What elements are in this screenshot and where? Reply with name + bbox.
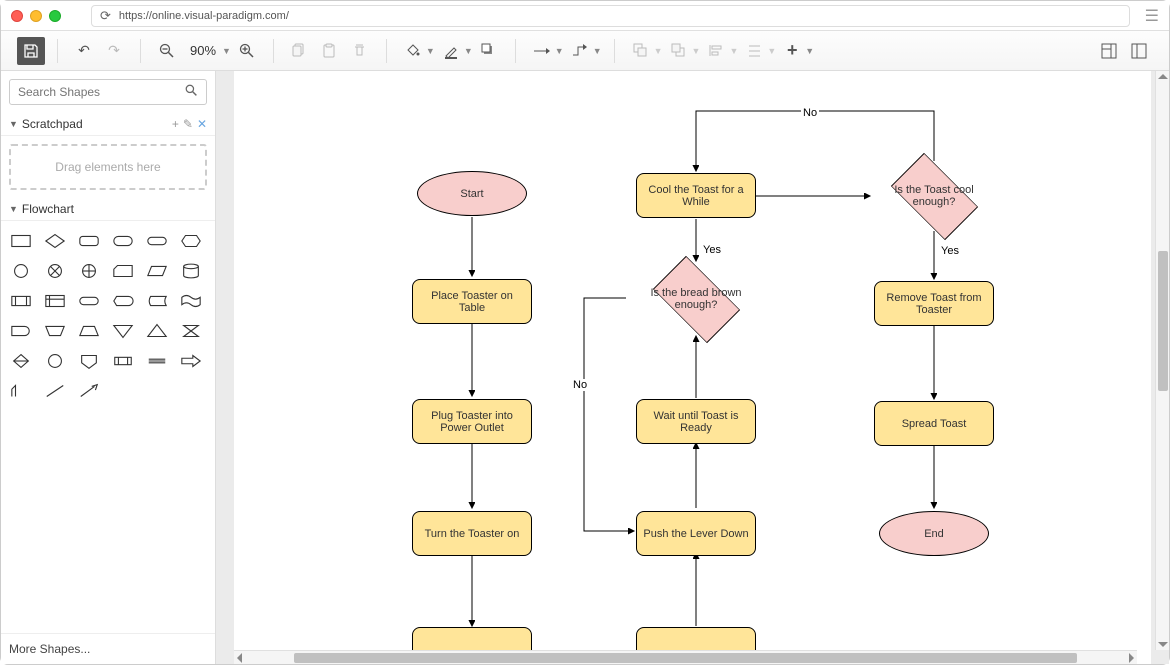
shape-transfer[interactable]: [145, 349, 169, 373]
to-front-button: [627, 37, 655, 65]
scratchpad-add-icon[interactable]: +: [172, 117, 179, 131]
shape-hexagon[interactable]: [179, 229, 203, 253]
shape-delay[interactable]: [9, 319, 33, 343]
shape-tape[interactable]: [179, 289, 203, 313]
scratchpad-header[interactable]: ▼ Scratchpad + ✎ ✕: [1, 113, 215, 136]
copy-button: [286, 37, 314, 65]
zoom-dropdown[interactable]: ▼: [222, 46, 231, 56]
scratchpad-close-icon[interactable]: ✕: [197, 117, 207, 131]
shape-circle-plus[interactable]: [77, 259, 101, 283]
shape-rectangle[interactable]: [9, 229, 33, 253]
shape-sort[interactable]: [9, 349, 33, 373]
shape-internal-storage[interactable]: [43, 289, 67, 313]
more-shapes-button[interactable]: More Shapes...: [1, 633, 215, 664]
shape-arrow-right[interactable]: [179, 349, 203, 373]
save-button[interactable]: [17, 37, 45, 65]
node-turn-on[interactable]: Turn the Toaster on: [412, 511, 532, 556]
node-push-lever[interactable]: Push the Lever Down: [636, 511, 756, 556]
reload-icon[interactable]: ⟳: [100, 8, 111, 24]
search-icon[interactable]: [185, 84, 198, 100]
shape-circle[interactable]: [9, 259, 33, 283]
node-remove-toast[interactable]: Remove Toast from Toaster: [874, 281, 994, 326]
shape-offpage[interactable]: [77, 349, 101, 373]
shape-stored-data[interactable]: [145, 289, 169, 313]
connector-style-button[interactable]: [528, 37, 556, 65]
shape-arrow-line[interactable]: [77, 379, 101, 403]
node-start[interactable]: Start: [417, 171, 527, 216]
node-place-toaster[interactable]: Place Toaster on Table: [412, 279, 532, 324]
shape-manual-input[interactable]: [77, 319, 101, 343]
shape-stadium[interactable]: [77, 289, 101, 313]
shape-direct-data[interactable]: [111, 349, 135, 373]
scratchpad-dropzone[interactable]: Drag elements here: [9, 144, 207, 190]
scratchpad-title: Scratchpad: [22, 117, 83, 131]
shape-pill[interactable]: [145, 229, 169, 253]
align-button: [702, 37, 730, 65]
undo-button[interactable]: ↶: [70, 37, 98, 65]
shape-merge[interactable]: [111, 319, 135, 343]
shape-search-input[interactable]: [18, 85, 185, 99]
node-end[interactable]: End: [879, 511, 989, 556]
node-cool-toast[interactable]: Cool the Toast for a While: [636, 173, 756, 218]
shape-collate[interactable]: [179, 319, 203, 343]
edge-label-no: No: [571, 379, 589, 391]
caret-down-icon: ▼: [9, 119, 18, 129]
redo-button: ↷: [100, 37, 128, 65]
line-color-button[interactable]: [437, 37, 465, 65]
node-bread-brown[interactable]: Is the bread brown enough?: [626, 264, 766, 334]
delete-button: [346, 37, 374, 65]
node-toast-cool[interactable]: Is the Toast cool enough?: [864, 161, 1004, 231]
edge-label-yes: Yes: [939, 245, 961, 257]
window-minimize[interactable]: [30, 10, 42, 22]
shape-line[interactable]: [43, 379, 67, 403]
diagram-canvas[interactable]: Start Place Toaster on Table Plug Toaste…: [234, 71, 1151, 664]
shadow-button[interactable]: [475, 37, 503, 65]
horizontal-scrollbar[interactable]: [234, 650, 1137, 664]
to-back-button: [665, 37, 693, 65]
scratchpad-placeholder: Drag elements here: [55, 160, 160, 174]
distribute-button: [740, 37, 768, 65]
insert-button[interactable]: +: [778, 37, 806, 65]
zoom-in-button[interactable]: [233, 37, 261, 65]
address-bar[interactable]: ⟳: [91, 5, 1130, 27]
shape-parallelogram[interactable]: [145, 259, 169, 283]
node-wait[interactable]: Wait until Toast is Ready: [636, 399, 756, 444]
horizontal-scroll-thumb[interactable]: [294, 653, 1077, 663]
shape-search[interactable]: [9, 79, 207, 105]
vertical-scrollbar[interactable]: [1155, 71, 1169, 650]
edge-label-no: No: [801, 107, 819, 119]
node-spread-toast[interactable]: Spread Toast: [874, 401, 994, 446]
paste-button: [316, 37, 344, 65]
shape-palette: [1, 221, 215, 411]
flowchart-title: Flowchart: [22, 202, 74, 216]
shape-loop-limit[interactable]: [9, 379, 33, 403]
shape-trapezoid[interactable]: [43, 319, 67, 343]
format-panel-button[interactable]: [1095, 37, 1123, 65]
shape-display[interactable]: [111, 289, 135, 313]
zoom-out-button[interactable]: [153, 37, 181, 65]
shape-extract[interactable]: [145, 319, 169, 343]
scratchpad-edit-icon[interactable]: ✎: [183, 117, 193, 131]
caret-down-icon: ▼: [9, 204, 18, 214]
shape-rounded-rect[interactable]: [77, 229, 101, 253]
shape-subprocess[interactable]: [9, 289, 33, 313]
shape-terminator[interactable]: [111, 229, 135, 253]
menu-icon[interactable]: ☰: [1145, 6, 1159, 26]
window-maximize[interactable]: [49, 10, 61, 22]
shape-card[interactable]: [111, 259, 135, 283]
outline-panel-button[interactable]: [1125, 37, 1153, 65]
window-close[interactable]: [11, 10, 23, 22]
vertical-scroll-thumb[interactable]: [1158, 251, 1168, 391]
shape-cylinder[interactable]: [179, 259, 203, 283]
waypoint-button[interactable]: [566, 37, 594, 65]
shape-diamond[interactable]: [43, 229, 67, 253]
url-input[interactable]: [119, 10, 1121, 22]
flowchart-header[interactable]: ▼ Flowchart: [1, 198, 215, 221]
shape-connector[interactable]: [43, 349, 67, 373]
node-plug-toaster[interactable]: Plug Toaster into Power Outlet: [412, 399, 532, 444]
shape-circle-x[interactable]: [43, 259, 67, 283]
edge-label-yes: Yes: [701, 244, 723, 256]
fill-color-button[interactable]: [399, 37, 427, 65]
zoom-level[interactable]: 90%: [183, 43, 223, 58]
